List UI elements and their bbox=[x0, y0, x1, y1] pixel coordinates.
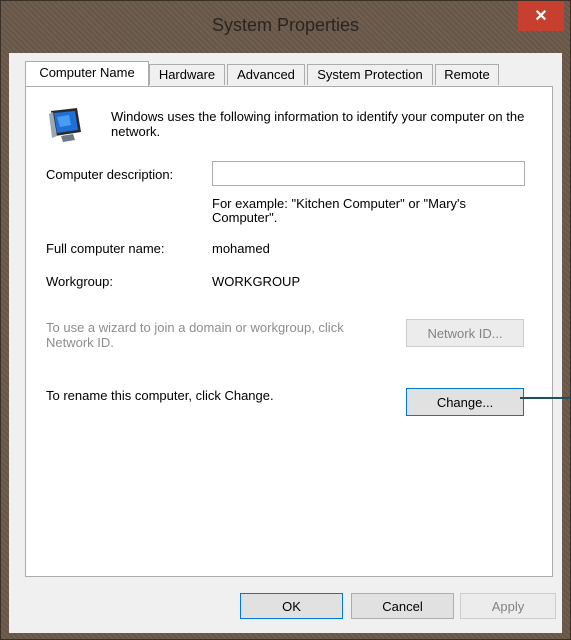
network-id-button[interactable]: Network ID... bbox=[406, 319, 524, 347]
system-properties-window: System Properties ✕ Computer Name Hardwa… bbox=[0, 0, 571, 640]
cancel-button[interactable]: Cancel bbox=[351, 593, 454, 619]
computer-description-input[interactable] bbox=[212, 161, 525, 186]
tab-advanced[interactable]: Advanced bbox=[227, 64, 305, 85]
tab-hardware[interactable]: Hardware bbox=[149, 64, 225, 85]
dialog-client-area: Computer Name Hardware Advanced System P… bbox=[9, 53, 562, 633]
network-id-text: To use a wizard to join a domain or work… bbox=[46, 320, 344, 350]
computer-monitor-icon bbox=[49, 108, 81, 142]
close-icon: ✕ bbox=[534, 8, 548, 25]
title-bar[interactable]: System Properties ✕ bbox=[1, 1, 570, 53]
window-title: System Properties bbox=[211, 15, 360, 35]
tab-remote[interactable]: Remote bbox=[435, 64, 499, 85]
computer-name-panel: Windows uses the following information t… bbox=[25, 86, 553, 577]
pointer-line bbox=[520, 397, 571, 399]
rename-text: To rename this computer, click Change. bbox=[46, 388, 274, 403]
change-button[interactable]: Change... bbox=[406, 388, 524, 416]
tab-system-protection[interactable]: System Protection bbox=[307, 64, 433, 85]
workgroup-value: WORKGROUP bbox=[212, 274, 301, 289]
full-name-label: Full computer name: bbox=[46, 241, 165, 256]
full-name-value: mohamed bbox=[212, 241, 270, 256]
tab-computer-name[interactable]: Computer Name bbox=[25, 61, 149, 86]
description-label: Computer description: bbox=[46, 167, 174, 182]
workgroup-label: Workgroup: bbox=[46, 274, 113, 289]
close-button[interactable]: ✕ bbox=[518, 1, 564, 31]
ok-button[interactable]: OK bbox=[240, 593, 343, 619]
apply-button[interactable]: Apply bbox=[460, 593, 556, 619]
description-example-text: For example: "Kitchen Computer" or "Mary… bbox=[212, 196, 467, 225]
intro-text: Windows uses the following information t… bbox=[111, 109, 525, 139]
